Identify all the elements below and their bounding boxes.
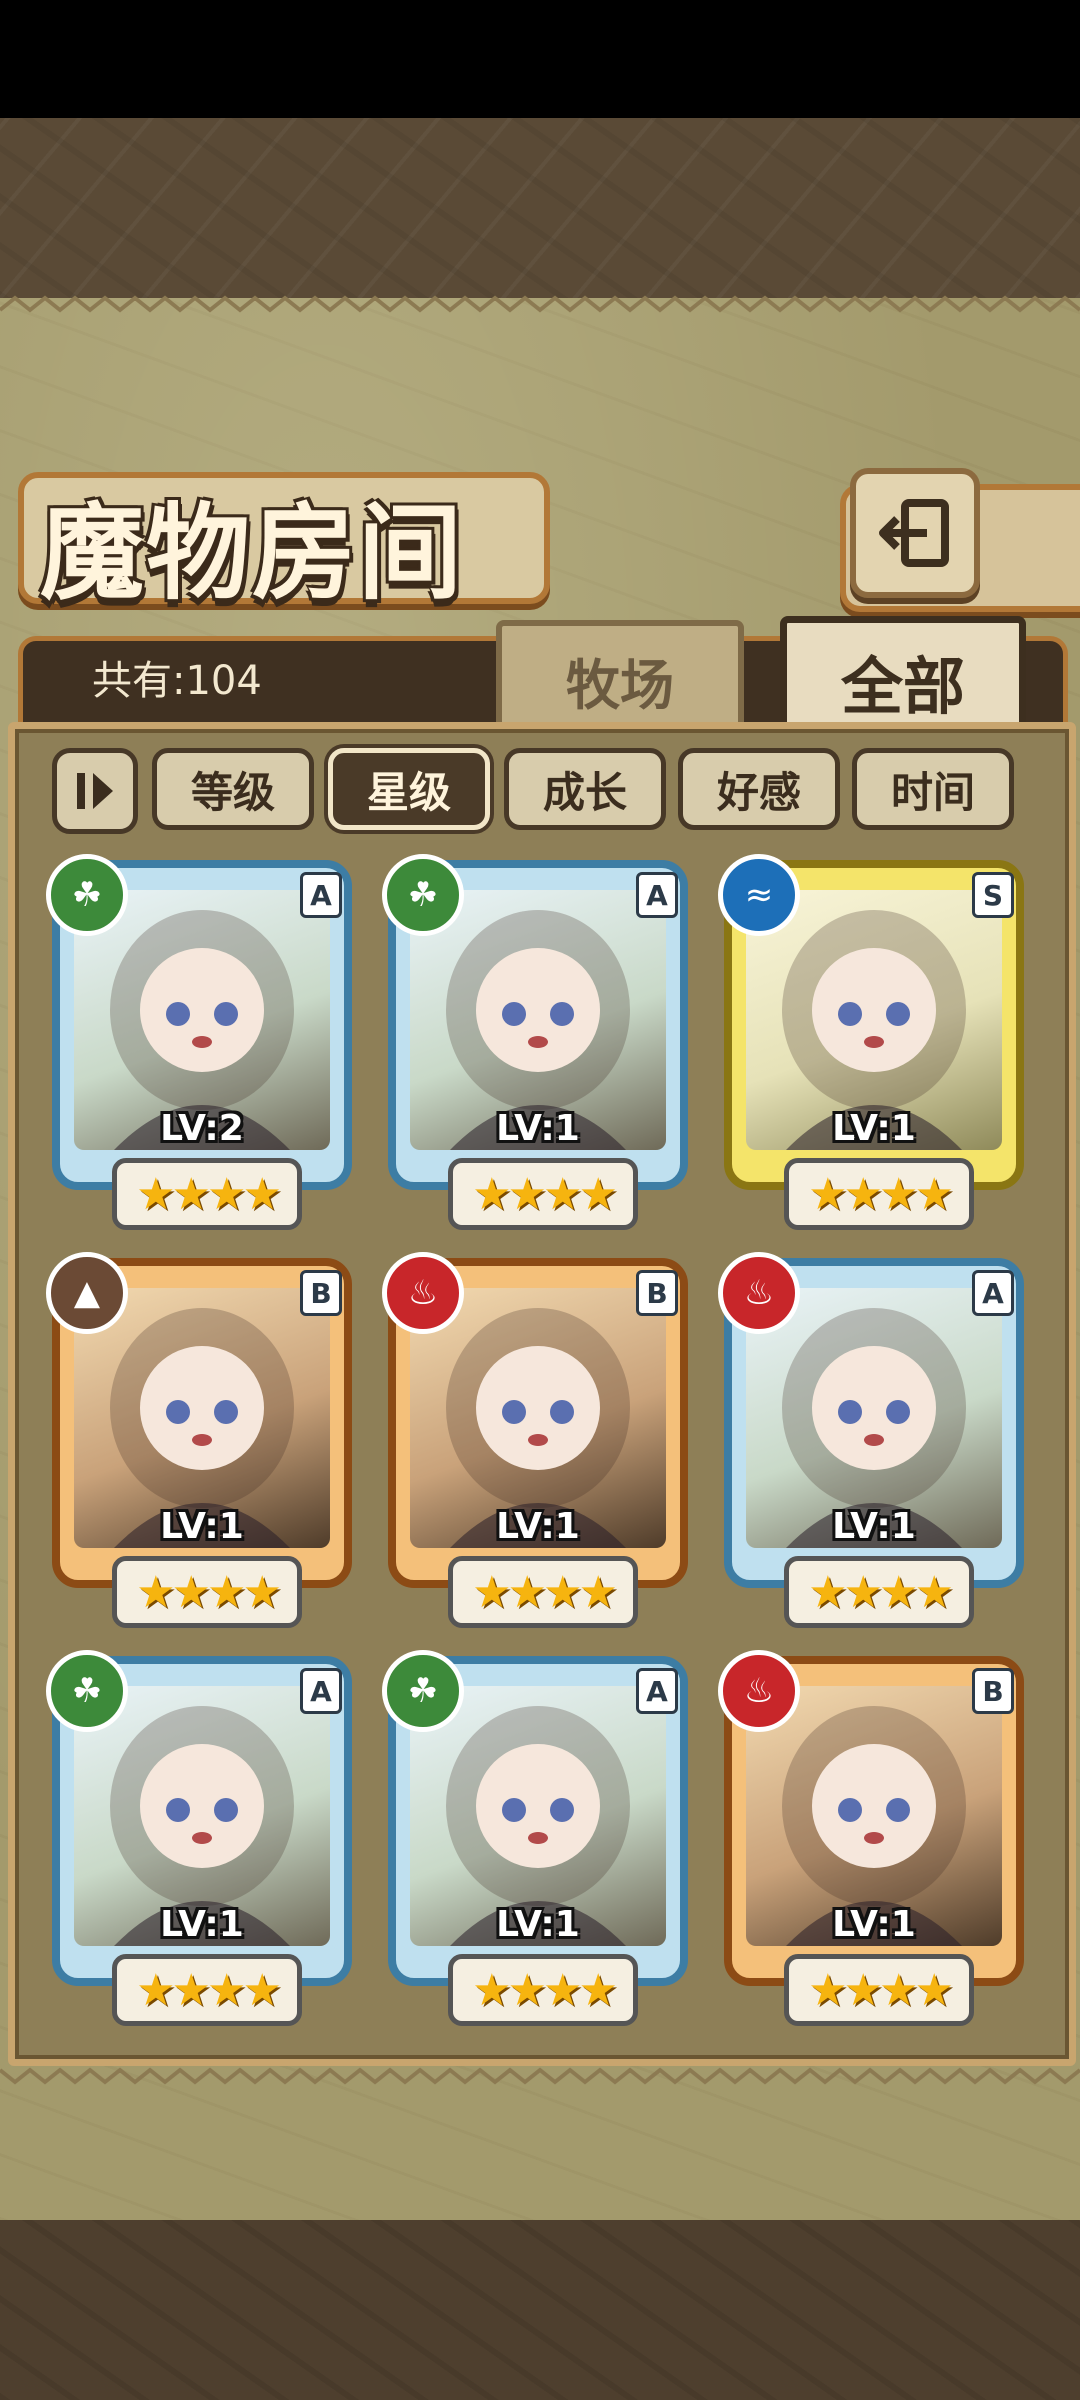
rank-badge: A xyxy=(636,872,678,918)
element-earth-icon: ▲ xyxy=(46,1252,128,1334)
element-fire-icon: ♨ xyxy=(718,1650,800,1732)
monster-card[interactable]: ☘ A LV:2 ★★★★ xyxy=(46,854,352,1230)
rank-badge: B xyxy=(636,1270,678,1316)
rank-badge: A xyxy=(636,1668,678,1714)
sort-order-icon xyxy=(77,773,113,809)
star-rating: ★★★★ xyxy=(784,1954,974,2026)
rank-badge: A xyxy=(300,872,342,918)
monster-card[interactable]: ≈ S LV:1 ★★★★ xyxy=(718,854,1024,1230)
monster-level: LV:1 xyxy=(496,1108,580,1149)
status-bar xyxy=(0,0,1080,118)
monster-card[interactable]: ♨ B LV:1 ★★★★ xyxy=(382,1252,688,1628)
tab-all[interactable]: 全部 xyxy=(780,616,1026,739)
star-rating: ★★★★ xyxy=(784,1556,974,1628)
filter-growth[interactable]: 成长 xyxy=(504,748,666,830)
monster-level: LV:1 xyxy=(832,1506,916,1547)
monster-level: LV:1 xyxy=(496,1506,580,1547)
star-rating: ★★★★ xyxy=(448,1954,638,2026)
monster-level: LV:1 xyxy=(832,1904,916,1945)
monster-level: LV:1 xyxy=(496,1904,580,1945)
element-wood-icon: ☘ xyxy=(382,854,464,936)
monster-level: LV:1 xyxy=(160,1506,244,1547)
monster-card[interactable]: ☘ A LV:1 ★★★★ xyxy=(382,854,688,1230)
monster-level: LV:1 xyxy=(160,1904,244,1945)
star-rating: ★★★★ xyxy=(112,1954,302,2026)
panel-top-edge xyxy=(0,295,1080,313)
element-wood-icon: ☘ xyxy=(46,854,128,936)
element-wood-icon: ☘ xyxy=(382,1650,464,1732)
back-arrow-icon xyxy=(879,499,949,567)
filter-star[interactable]: 星级 xyxy=(328,748,490,830)
sort-order-toggle[interactable] xyxy=(52,748,138,834)
element-fire-icon: ♨ xyxy=(718,1252,800,1334)
monster-card[interactable]: ▲ B LV:1 ★★★★ xyxy=(46,1252,352,1628)
rank-badge: A xyxy=(300,1668,342,1714)
rank-badge: S xyxy=(972,872,1014,918)
rank-badge: B xyxy=(300,1270,342,1316)
element-wood-icon: ☘ xyxy=(46,1650,128,1732)
panel-bottom-edge xyxy=(0,2067,1080,2085)
monster-card[interactable]: ☘ A LV:1 ★★★★ xyxy=(46,1650,352,2026)
monster-card[interactable]: ♨ B LV:1 ★★★★ xyxy=(718,1650,1024,2026)
star-rating: ★★★★ xyxy=(784,1158,974,1230)
monster-card[interactable]: ♨ A LV:1 ★★★★ xyxy=(718,1252,1024,1628)
monster-level: LV:2 xyxy=(160,1108,244,1149)
back-button[interactable] xyxy=(850,468,980,598)
element-fire-icon: ♨ xyxy=(382,1252,464,1334)
star-rating: ★★★★ xyxy=(112,1556,302,1628)
star-rating: ★★★★ xyxy=(448,1556,638,1628)
rank-badge: A xyxy=(972,1270,1014,1316)
star-rating: ★★★★ xyxy=(112,1158,302,1230)
element-water-icon: ≈ xyxy=(718,854,800,936)
filter-time[interactable]: 时间 xyxy=(852,748,1014,830)
tab-ranch[interactable]: 牧场 xyxy=(496,620,744,734)
star-rating: ★★★★ xyxy=(448,1158,638,1230)
background-map-top xyxy=(0,118,1080,298)
filter-affection[interactable]: 好感 xyxy=(678,748,840,830)
total-count: 共有:104 xyxy=(92,658,262,704)
page-title: 魔物房间 xyxy=(40,491,465,614)
background-map-bottom xyxy=(0,2220,1080,2400)
rank-badge: B xyxy=(972,1668,1014,1714)
monster-level: LV:1 xyxy=(832,1108,916,1149)
monster-card[interactable]: ☘ A LV:1 ★★★★ xyxy=(382,1650,688,2026)
filter-level[interactable]: 等级 xyxy=(152,748,314,830)
